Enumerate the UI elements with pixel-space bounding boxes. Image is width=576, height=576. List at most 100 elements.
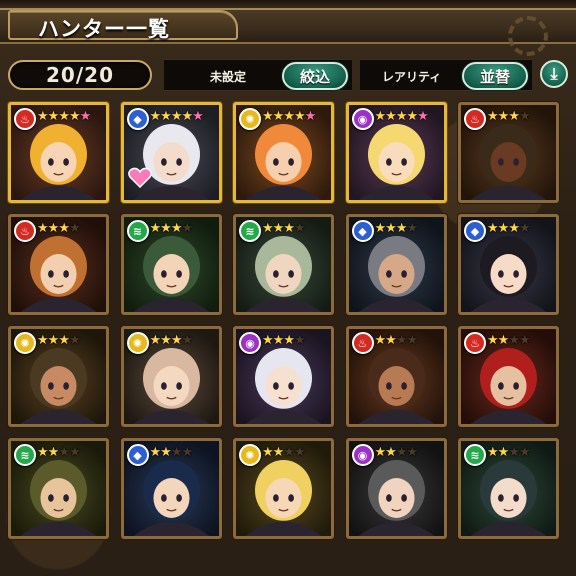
star-icon: ★ <box>395 109 408 124</box>
star-icon: ★ <box>47 109 60 124</box>
hunter-card[interactable]: ♨ ★★★★ <box>8 214 109 315</box>
hunter-card[interactable]: ◉ ★★★★ <box>233 326 334 427</box>
star-icon: ★ <box>37 109 49 124</box>
hunter-card[interactable]: ◆ ★★★★ <box>120 438 222 539</box>
star-icon: ★ <box>508 109 520 124</box>
star-icon: ★ <box>293 333 306 348</box>
hunter-card[interactable]: ◆ ★★★★ <box>458 214 559 315</box>
star-icon: ★ <box>58 445 70 460</box>
rarity-stars: ★★★★★ <box>149 109 204 125</box>
hunter-card[interactable]: ≋ ★★★★ <box>458 438 559 539</box>
hunter-card[interactable]: ≋ ★★★★ <box>120 214 222 315</box>
star-icon: ★ <box>272 221 285 236</box>
star-icon: ★ <box>272 445 285 460</box>
star-icon: ★ <box>374 221 387 236</box>
rarity-stars: ★★★★ <box>37 445 81 461</box>
rarity-stars: ★★★★ <box>375 333 419 349</box>
star-icon: ★ <box>487 221 499 236</box>
filter-control: 未設定 絞込 <box>164 59 352 91</box>
hunter-card[interactable]: ✺ ★★★★ <box>8 326 109 427</box>
favorite-heart-icon <box>127 167 152 188</box>
star-icon: ★ <box>181 221 193 236</box>
sort-rarity-label: レアリティ <box>382 70 442 84</box>
star-icon: ★ <box>395 445 408 460</box>
hunter-card[interactable]: ✺ ★★★★★ <box>233 102 334 203</box>
water-icon: ◆ <box>464 220 486 242</box>
star-icon: ★ <box>395 221 408 236</box>
filter-button[interactable]: 絞込 <box>282 62 348 90</box>
wind-icon: ≋ <box>464 444 486 466</box>
star-plus-icon: ★ <box>304 109 317 124</box>
star-icon: ★ <box>497 333 510 348</box>
star-icon: ★ <box>181 445 193 460</box>
star-icon: ★ <box>487 333 499 348</box>
dark-icon: ◉ <box>351 444 374 466</box>
star-icon: ★ <box>181 109 193 124</box>
star-icon: ★ <box>272 333 285 348</box>
hunter-grid: ♨ ★★★★★ ◆ ★★★★★ ✺ ★★★★★ ◉ ★★★★★ ♨ ★★★★ ♨ ★★★★ ≋ ★★★★ ≋… <box>8 102 559 572</box>
hunter-card[interactable]: ◆ ★★★★ <box>345 214 447 315</box>
star-icon: ★ <box>170 333 183 348</box>
fire-icon: ♨ <box>464 332 486 354</box>
rarity-stars: ★★★★ <box>150 221 194 237</box>
rarity-stars: ★★★★ <box>487 221 531 237</box>
star-icon: ★ <box>37 333 49 348</box>
star-icon: ★ <box>160 333 172 348</box>
hunter-card[interactable]: ✺ ★★★★ <box>120 326 222 427</box>
light-icon: ✺ <box>14 332 36 354</box>
hunter-card[interactable]: ≋ ★★★★ <box>8 438 109 539</box>
hunter-card[interactable]: ✺ ★★★★ <box>233 438 334 539</box>
star-icon: ★ <box>518 221 531 236</box>
star-icon: ★ <box>518 333 531 348</box>
hunter-card[interactable]: ♨ ★★★★ <box>345 326 447 427</box>
water-icon: ◆ <box>126 108 149 130</box>
fire-icon: ♨ <box>14 108 36 130</box>
star-icon: ★ <box>508 445 520 460</box>
star-icon: ★ <box>58 221 70 236</box>
star-icon: ★ <box>58 109 70 124</box>
rarity-stars: ★★★★★ <box>262 109 317 125</box>
fire-icon: ♨ <box>464 108 486 130</box>
sort-order-button[interactable]: ⤓ <box>540 60 568 88</box>
rarity-stars: ★★★★ <box>262 333 306 349</box>
star-icon: ★ <box>181 333 193 348</box>
wind-icon: ≋ <box>126 220 149 242</box>
light-icon: ✺ <box>126 332 149 354</box>
sort-control: レアリティ 並替 <box>360 59 532 91</box>
hunter-card[interactable]: ♨ ★★★★ <box>458 102 559 203</box>
hunter-card[interactable]: ◉ ★★★★ <box>345 438 447 539</box>
star-icon: ★ <box>47 221 60 236</box>
sort-button[interactable]: 並替 <box>462 62 528 90</box>
hunter-count-box: 20/20 <box>8 60 152 90</box>
hunter-count: 20/20 <box>46 63 114 87</box>
star-icon: ★ <box>68 333 81 348</box>
arrow-down-icon: ⤓ <box>550 64 558 83</box>
fire-icon: ♨ <box>14 220 36 242</box>
hunter-card[interactable]: ◉ ★★★★★ <box>345 102 447 203</box>
hunter-card[interactable]: ◆ ★★★★★ <box>120 102 222 203</box>
rarity-stars: ★★★★ <box>37 333 81 349</box>
rarity-stars: ★★★★ <box>487 445 531 461</box>
hunter-card[interactable]: ≋ ★★★★ <box>233 214 334 315</box>
rarity-stars: ★★★★ <box>487 333 531 349</box>
rarity-stars: ★★★★ <box>37 221 81 237</box>
star-icon: ★ <box>406 109 418 124</box>
star-icon: ★ <box>68 445 81 460</box>
filter-status-label: 未設定 <box>210 70 247 84</box>
light-icon: ✺ <box>239 108 261 130</box>
star-icon: ★ <box>68 221 81 236</box>
rarity-stars: ★★★★ <box>262 445 306 461</box>
star-icon: ★ <box>149 109 162 124</box>
star-icon: ★ <box>160 445 172 460</box>
star-icon: ★ <box>47 333 60 348</box>
star-icon: ★ <box>283 221 295 236</box>
hunter-card[interactable]: ♨ ★★★★★ <box>8 102 109 203</box>
star-icon: ★ <box>518 109 531 124</box>
star-icon: ★ <box>293 221 306 236</box>
star-icon: ★ <box>262 109 274 124</box>
rarity-stars: ★★★★ <box>262 221 306 237</box>
hunter-card[interactable]: ♨ ★★★★ <box>458 326 559 427</box>
star-icon: ★ <box>47 445 60 460</box>
star-icon: ★ <box>283 109 295 124</box>
fire-icon: ♨ <box>351 332 374 354</box>
